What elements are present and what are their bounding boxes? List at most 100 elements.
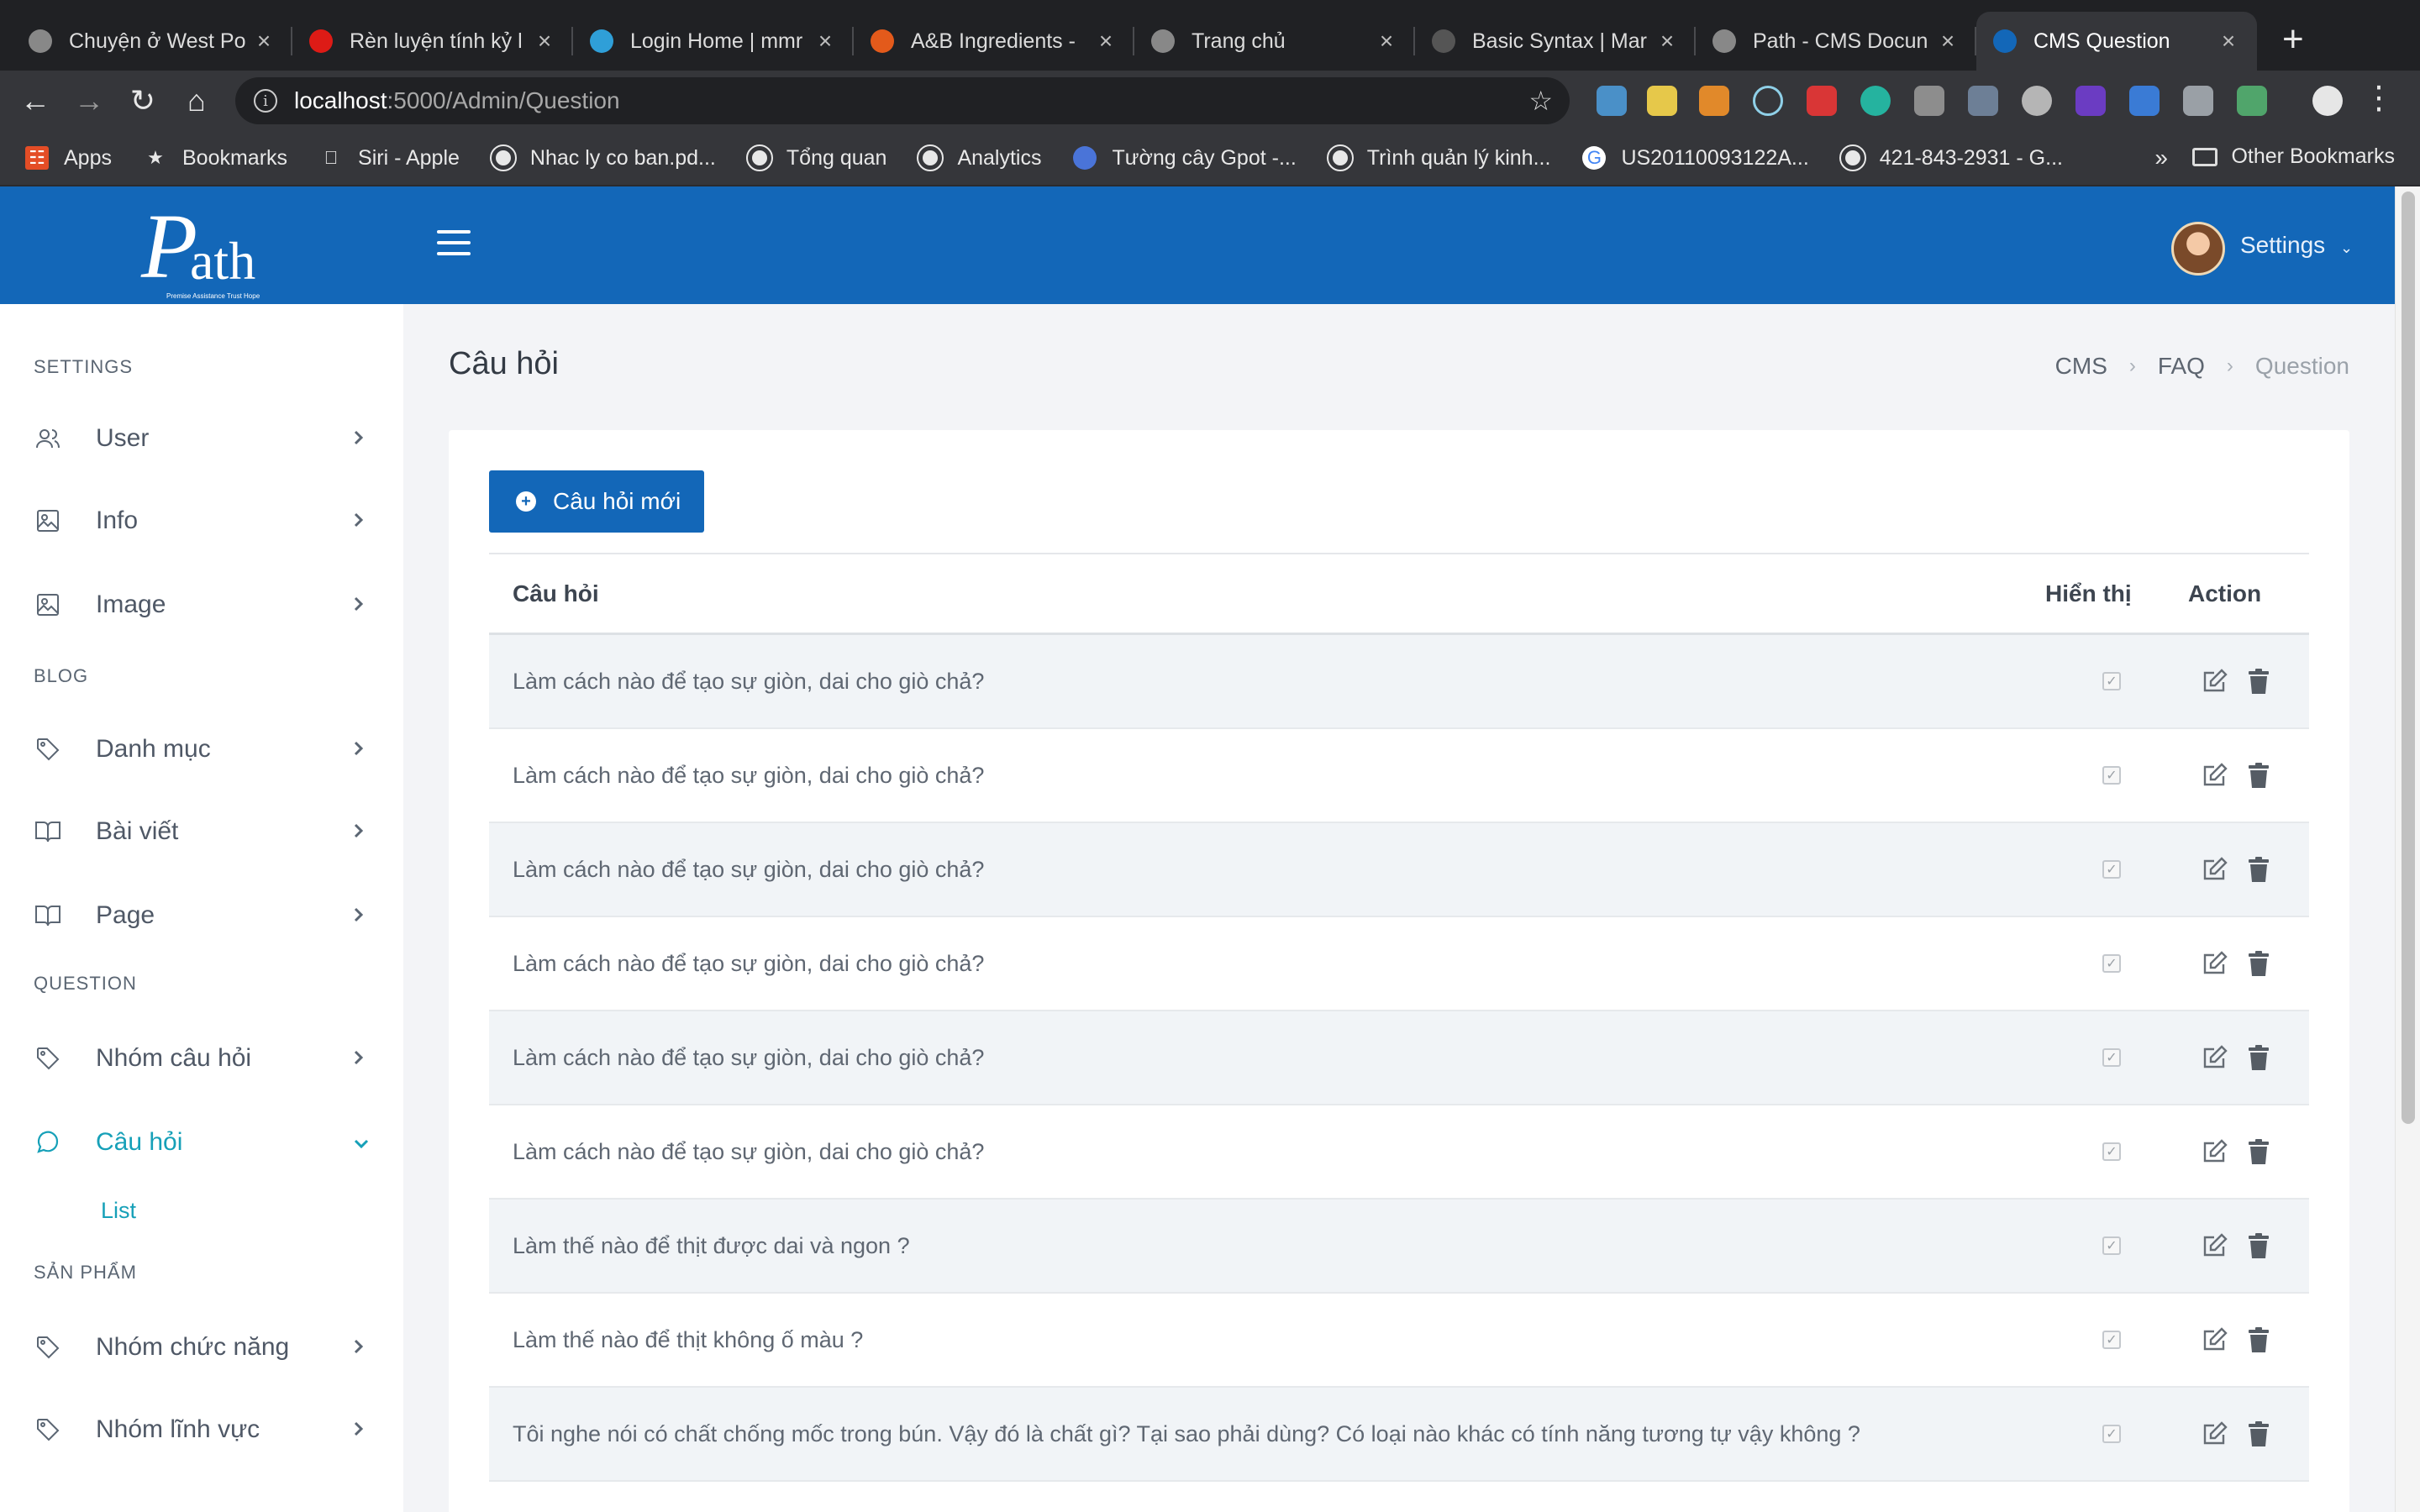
visible-checkbox[interactable]: ✓ [2102, 1142, 2121, 1161]
column-header-visible[interactable]: Hiển thị [2045, 580, 2188, 607]
edit-icon[interactable] [2202, 1232, 2228, 1259]
chrome-menu-icon[interactable]: ⋮ [2363, 79, 2395, 117]
edit-icon[interactable] [2202, 1044, 2228, 1071]
question-text[interactable]: Tôi nghe nói có chất chống mốc trong bún… [489, 1421, 2045, 1447]
extension-code-icon[interactable] [1968, 86, 1998, 116]
trash-icon[interactable] [2247, 1326, 2270, 1353]
edit-icon[interactable] [2202, 762, 2228, 789]
extension-gem-icon[interactable] [2075, 86, 2106, 116]
trash-icon[interactable] [2247, 1138, 2270, 1165]
breadcrumb-faq[interactable]: FAQ [2158, 353, 2205, 380]
browser-tab[interactable]: Basic Syntax | Mar × [1415, 12, 1696, 71]
close-icon[interactable]: × [1094, 28, 1118, 55]
browser-tab[interactable]: A&B Ingredients - × [854, 12, 1134, 71]
site-info-icon[interactable]: i [254, 89, 277, 113]
extension-drive-icon[interactable] [1914, 86, 1944, 116]
question-text[interactable]: Làm thế nào để thịt không ố màu ? [489, 1327, 2045, 1353]
question-text[interactable]: Làm cách nào để tạo sự giòn, dai cho giò… [489, 1139, 2045, 1165]
path-logo[interactable]: P ath Premise Assistance Trust Hope [141, 200, 260, 300]
extension-m-icon[interactable] [1860, 86, 1891, 116]
bookmark-item[interactable]: Analytics [917, 144, 1041, 171]
settings-dropdown[interactable]: Settings ⌄ [2240, 232, 2353, 259]
browser-tab[interactable]: Rèn luyện tính kỷ l × [292, 12, 573, 71]
new-tab-button[interactable]: + [2282, 18, 2304, 60]
sidebar-item-danh-mục[interactable]: Danh mục [34, 724, 370, 774]
trash-icon[interactable] [2247, 1420, 2270, 1447]
close-icon[interactable]: × [1936, 28, 1960, 55]
breadcrumb-cms[interactable]: CMS [2055, 353, 2107, 380]
reload-icon[interactable]: ↻ [116, 83, 170, 118]
browser-tab[interactable]: Login Home | mmr × [573, 12, 854, 71]
visible-checkbox[interactable]: ✓ [2102, 1425, 2121, 1443]
trash-icon[interactable] [2247, 950, 2270, 977]
close-icon[interactable]: × [2217, 28, 2240, 55]
bookmarks-overflow-button[interactable]: » [2154, 144, 2168, 171]
extension-pen-icon[interactable] [1597, 86, 1627, 116]
column-header-question[interactable]: Câu hỏi [489, 580, 2045, 607]
question-text[interactable]: Làm cách nào để tạo sự giòn, dai cho giò… [489, 1045, 2045, 1071]
close-icon[interactable]: × [1655, 28, 1679, 55]
extension-sq-icon[interactable] [1699, 86, 1729, 116]
bookmark-item[interactable]: Nhac ly co ban.pd... [489, 144, 716, 171]
edit-icon[interactable] [2202, 1420, 2228, 1447]
sidebar-item-nhóm-chức-năng[interactable]: Nhóm chức năng [34, 1322, 370, 1373]
edit-icon[interactable] [2202, 1326, 2228, 1353]
question-text[interactable]: Làm cách nào để tạo sự giòn, dai cho giò… [489, 669, 2045, 695]
avatar[interactable] [2171, 222, 2225, 276]
bookmark-item[interactable]: ☷ Apps [25, 146, 112, 171]
sidebar-subitem-list[interactable]: List [101, 1198, 136, 1224]
page-scrollbar[interactable] [2395, 186, 2420, 1512]
sidebar-item-nhóm-lĩnh-vực[interactable]: Nhóm lĩnh vực [34, 1404, 370, 1455]
extension-db-icon[interactable] [2022, 86, 2052, 116]
back-icon[interactable]: ← [8, 83, 62, 118]
edit-icon[interactable] [2202, 856, 2228, 883]
question-text[interactable]: Làm cách nào để tạo sự giòn, dai cho giò… [489, 951, 2045, 977]
extension-react-icon[interactable] [1753, 86, 1783, 116]
browser-tab[interactable]: Chuyện ở West Po × [12, 12, 292, 71]
close-icon[interactable]: × [1375, 28, 1398, 55]
question-text[interactable]: Làm cách nào để tạo sự giòn, dai cho giò… [489, 763, 2045, 789]
trash-icon[interactable] [2247, 1232, 2270, 1259]
sidebar-item-user[interactable]: User [34, 413, 370, 464]
bookmark-item[interactable]: ★ Bookmarks [144, 146, 287, 171]
visible-checkbox[interactable]: ✓ [2102, 1331, 2121, 1349]
visible-checkbox[interactable]: ✓ [2102, 672, 2121, 690]
question-text[interactable]: Làm thế nào để thịt được dai và ngon ? [489, 1233, 2045, 1259]
address-bar[interactable]: i localhost:5000/Admin/Question ☆ [235, 77, 1570, 124]
edit-icon[interactable] [2202, 668, 2228, 695]
browser-tab[interactable]: Trang chủ × [1134, 12, 1415, 71]
bookmark-item[interactable]: 421-843-2931 - G... [1839, 144, 2063, 171]
sidebar-item-info[interactable]: Info [34, 496, 370, 546]
sidebar-item-câu-hỏi[interactable]: Câu hỏi [34, 1117, 370, 1168]
trash-icon[interactable] [2247, 1044, 2270, 1071]
forward-icon[interactable]: → [62, 83, 116, 118]
edit-icon[interactable] [2202, 950, 2228, 977]
question-text[interactable]: Làm cách nào để tạo sự giòn, dai cho giò… [489, 857, 2045, 883]
bookmark-item[interactable]: Trình quản lý kinh... [1326, 144, 1550, 171]
browser-tab[interactable]: Path - CMS Docun × [1696, 12, 1976, 71]
trash-icon[interactable] [2247, 856, 2270, 883]
trash-icon[interactable] [2247, 668, 2270, 695]
extension-b-icon[interactable] [2129, 86, 2160, 116]
sidebar-item-nhóm-câu-hỏi[interactable]: Nhóm câu hỏi [34, 1033, 370, 1084]
trash-icon[interactable] [2247, 762, 2270, 789]
bookmark-item[interactable]: Tổng quan [745, 144, 886, 171]
bookmark-item[interactable]: G US20110093122A... [1582, 146, 1809, 171]
extension-ruler-icon[interactable] [1647, 86, 1677, 116]
new-question-button[interactable]: + Câu hỏi mới [489, 470, 704, 533]
bookmark-star-icon[interactable]: ☆ [1528, 85, 1553, 117]
visible-checkbox[interactable]: ✓ [2102, 766, 2121, 785]
edit-icon[interactable] [2202, 1138, 2228, 1165]
extension-list-icon[interactable] [2183, 86, 2213, 116]
close-icon[interactable]: × [533, 28, 556, 55]
extension-check-icon[interactable] [2237, 86, 2267, 116]
sidebar-item-page[interactable]: Page [34, 890, 370, 941]
scrollbar-thumb[interactable] [2402, 192, 2415, 1124]
profile-icon[interactable] [2312, 86, 2343, 116]
bookmark-item[interactable]:  Siri - Apple [319, 146, 460, 171]
close-icon[interactable]: × [813, 28, 837, 55]
bookmark-item[interactable]: Tường cây Gpot -... [1073, 146, 1297, 171]
home-icon[interactable]: ⌂ [170, 83, 224, 118]
sidebar-item-image[interactable]: Image [34, 580, 370, 630]
close-icon[interactable]: × [252, 28, 276, 55]
